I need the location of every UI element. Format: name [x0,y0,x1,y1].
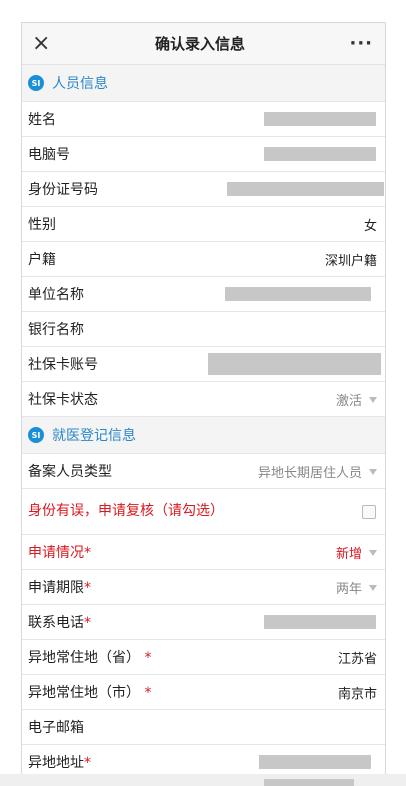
field-label: 性别 [28,217,56,233]
chevron-down-icon [369,550,377,556]
phone-input[interactable] [264,615,376,629]
chevron-down-icon [369,469,377,475]
field-label: 社保卡状态 [28,392,98,408]
recheck-checkbox[interactable] [362,504,376,519]
field-label: 身份证号码 [28,182,98,198]
section-medical-registration: SI 就医登记信息 [22,417,385,454]
row-recheck[interactable]: 身份有误，申请复核（请勾选） [22,489,385,535]
section-personal-info: SI 人员信息 [22,65,385,102]
row-period[interactable]: 申请期限* 两年 [22,570,385,605]
row-phone[interactable]: 联系电话* [22,605,385,640]
section-title: 就医登记信息 [52,428,136,444]
household-value: 深圳户籍 [324,253,377,269]
card-status-select[interactable]: 激活 [336,390,377,409]
si-badge-icon: SI [28,75,44,91]
form-frame: × 确认录入信息 ··· SI 人员信息 姓名 电脑号 身份证号码 性别 女 户… [21,22,386,775]
field-label: 银行名称 [28,322,84,338]
redacted-value [264,779,354,786]
field-label: 姓名 [28,112,56,128]
field-label: 社保卡账号 [28,357,98,373]
top-bar: × 确认录入信息 ··· [22,23,385,65]
row-card-status[interactable]: 社保卡状态 激活 [22,382,385,417]
close-icon[interactable]: × [32,32,50,55]
field-label: 电子邮箱 [28,720,84,736]
more-icon[interactable]: ··· [349,33,373,54]
city-select[interactable]: 南京市 [338,683,377,702]
field-label: 申请情况* [28,545,91,561]
application-select[interactable]: 新增 [336,543,377,562]
field-label: 异地地址* [28,755,91,771]
redacted-value [264,147,376,161]
row-application[interactable]: 申请情况* 新增 [22,535,385,570]
period-select[interactable]: 两年 [336,578,377,597]
redacted-value [227,182,384,196]
si-badge-icon: SI [28,427,44,443]
field-label: 户籍 [28,252,56,268]
chevron-down-icon [369,397,377,403]
row-id-no: 身份证号码 [22,172,385,207]
row-city[interactable]: 异地常住地（市） * 南京市 [22,675,385,710]
row-bank: 银行名称 [22,312,385,347]
row-email[interactable]: 电子邮箱 [22,710,385,745]
filing-type-select[interactable]: 异地长期居住人员 [258,462,377,481]
province-select[interactable]: 江苏省 [338,648,377,667]
field-label: 电脑号 [28,147,70,163]
row-gender: 性别 女 [22,207,385,242]
chevron-down-icon [369,585,377,591]
field-label: 备案人员类型 [28,464,112,480]
row-computer-no: 电脑号 [22,137,385,172]
row-province[interactable]: 异地常住地（省） * 江苏省 [22,640,385,675]
field-label: 异地常住地（省） * [28,650,152,666]
row-address[interactable]: 异地地址* [22,745,385,775]
row-card-no: 社保卡账号 [22,347,385,382]
field-label: 单位名称 [28,287,84,303]
field-label: 身份有误，申请复核（请勾选） [28,503,224,519]
redacted-value [225,287,371,301]
gender-value: 女 [363,218,377,234]
address-input[interactable] [259,755,371,769]
row-household: 户籍 深圳户籍 [22,242,385,277]
field-label: 异地常住地（市） * [28,685,152,701]
row-employer: 单位名称 [22,277,385,312]
field-label: 联系电话* [28,615,91,631]
redacted-value [264,112,376,126]
row-filing-type[interactable]: 备案人员类型 异地长期居住人员 [22,454,385,489]
section-title: 人员信息 [52,76,108,92]
page-title: 确认录入信息 [154,35,245,53]
field-label: 申请期限* [28,580,91,596]
redacted-value [208,353,381,375]
row-name: 姓名 [22,102,385,137]
